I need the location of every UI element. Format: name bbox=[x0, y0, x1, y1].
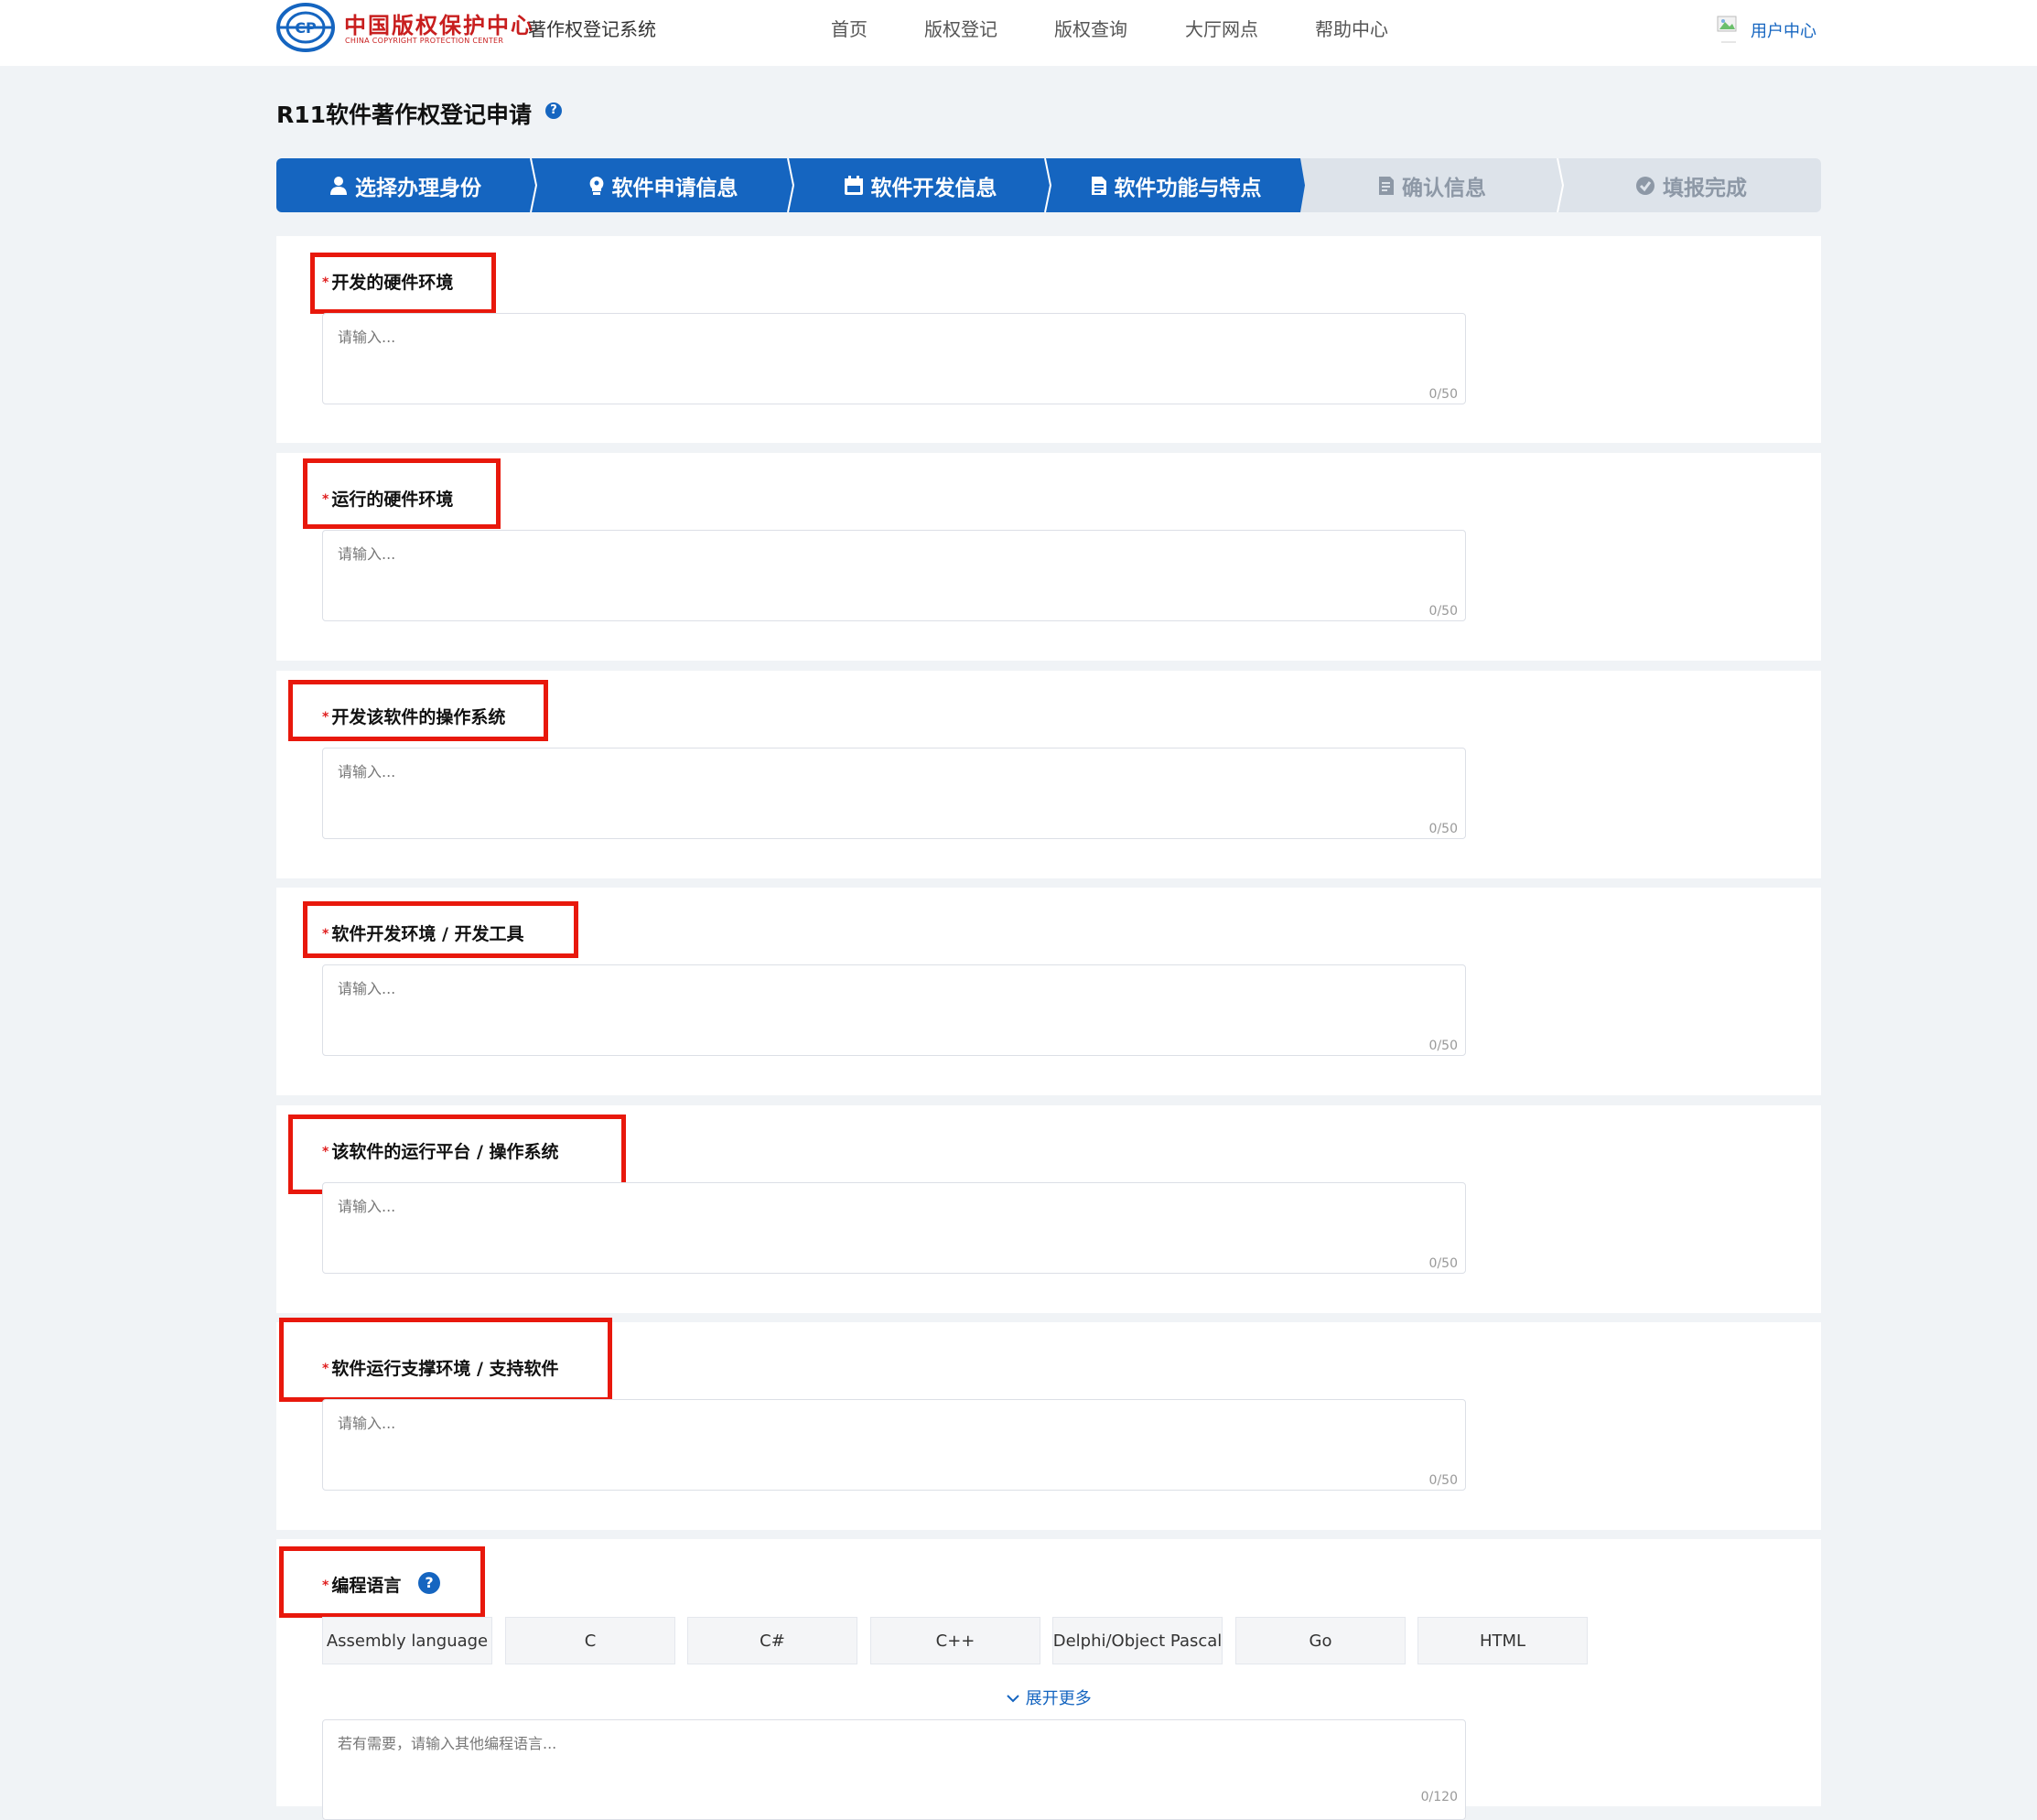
language-option-csharp[interactable]: C# bbox=[687, 1617, 857, 1664]
check-circle-icon bbox=[1636, 176, 1654, 195]
other-language-textarea[interactable] bbox=[323, 1720, 1465, 1819]
char-counter: 0/50 bbox=[1428, 1473, 1458, 1488]
highlight-box bbox=[288, 680, 548, 741]
system-name: 著作权登记系统 bbox=[528, 18, 656, 40]
cpc-logo-icon[interactable]: CP bbox=[276, 2, 335, 53]
highlight-box bbox=[303, 458, 501, 529]
chevron-down-icon bbox=[1007, 1695, 1019, 1703]
svg-text:CP: CP bbox=[295, 19, 317, 37]
run-platform-input[interactable]: 0/50 bbox=[322, 1182, 1466, 1274]
highlight-box bbox=[303, 901, 578, 958]
progress-steps: 选择办理身份 软件申请信息 软件开发信息 软件功能与特点 确认信息 填报完成 bbox=[276, 158, 1821, 212]
char-counter: 0/50 bbox=[1428, 387, 1458, 402]
char-counter: 0/50 bbox=[1428, 604, 1458, 619]
run-platform-textarea[interactable] bbox=[323, 1183, 1465, 1273]
dev-tools-textarea[interactable] bbox=[323, 965, 1465, 1055]
nav-home[interactable]: 首页 bbox=[831, 15, 868, 41]
dev-hardware-textarea[interactable] bbox=[323, 314, 1465, 404]
confirm-icon bbox=[1379, 176, 1394, 195]
dev-hardware-input[interactable]: 0/50 bbox=[322, 313, 1466, 404]
help-icon[interactable]: ? bbox=[545, 102, 562, 119]
step-label: 填报完成 bbox=[1663, 176, 1747, 200]
step-label: 软件申请信息 bbox=[611, 176, 738, 200]
char-counter: 0/50 bbox=[1428, 1256, 1458, 1271]
step-label: 软件开发信息 bbox=[870, 176, 997, 200]
highlight-box bbox=[279, 1318, 612, 1402]
run-hardware-textarea[interactable] bbox=[323, 531, 1465, 620]
user-center-link[interactable]: 用户中心 bbox=[1751, 18, 1816, 42]
highlight-box bbox=[310, 253, 496, 314]
document-icon bbox=[1091, 176, 1106, 195]
dev-os-textarea[interactable] bbox=[323, 748, 1465, 838]
other-language-input[interactable]: 0/120 bbox=[322, 1719, 1466, 1820]
highlight-box bbox=[279, 1546, 485, 1618]
nav-help-center[interactable]: 帮助中心 bbox=[1315, 15, 1388, 41]
language-option-assembly[interactable]: Assembly language bbox=[322, 1617, 492, 1664]
bulb-icon bbox=[589, 176, 603, 195]
step-software-application-info[interactable]: 软件申请信息 bbox=[534, 158, 792, 212]
step-label: 软件功能与特点 bbox=[1114, 176, 1262, 200]
top-navigation-bar: CP 中国版权保护中心 CHINA COPYRIGHT PROTECTION C… bbox=[0, 0, 2037, 66]
language-option-go[interactable]: Go bbox=[1235, 1617, 1406, 1664]
step-software-development-info[interactable]: 软件开发信息 bbox=[792, 158, 1049, 212]
char-counter: 0/50 bbox=[1428, 1039, 1458, 1053]
nav-copyright-registration[interactable]: 版权登记 bbox=[924, 15, 997, 41]
step-completed[interactable]: 填报完成 bbox=[1561, 158, 1821, 212]
nav-service-halls[interactable]: 大厅网点 bbox=[1185, 15, 1258, 41]
language-option-c[interactable]: C bbox=[505, 1617, 675, 1664]
expand-more-link[interactable]: 展开更多 bbox=[1006, 1685, 1092, 1709]
char-counter: 0/50 bbox=[1428, 822, 1458, 836]
step-label: 确认信息 bbox=[1402, 176, 1486, 200]
step-software-features[interactable]: 软件功能与特点 bbox=[1049, 158, 1303, 212]
calendar-icon bbox=[844, 175, 863, 195]
support-software-textarea[interactable] bbox=[323, 1400, 1465, 1490]
step-label: 选择办理身份 bbox=[355, 176, 481, 200]
dev-os-input[interactable]: 0/50 bbox=[322, 748, 1466, 839]
user-avatar-icon[interactable] bbox=[1716, 13, 1741, 46]
logo-english-name: CHINA COPYRIGHT PROTECTION CENTER bbox=[345, 37, 504, 45]
user-icon bbox=[330, 176, 347, 195]
page-title: R11软件著作权登记申请 bbox=[276, 102, 533, 128]
nav-copyright-query[interactable]: 版权查询 bbox=[1054, 15, 1127, 41]
support-software-input[interactable]: 0/50 bbox=[322, 1399, 1466, 1491]
language-option-delphi[interactable]: Delphi/Object Pascal bbox=[1052, 1617, 1223, 1664]
step-select-identity[interactable]: 选择办理身份 bbox=[276, 158, 534, 212]
expand-more-label: 展开更多 bbox=[1025, 1689, 1092, 1708]
char-counter: 0/120 bbox=[1420, 1790, 1458, 1804]
language-option-html[interactable]: HTML bbox=[1417, 1617, 1588, 1664]
dev-tools-input[interactable]: 0/50 bbox=[322, 964, 1466, 1056]
language-option-cpp[interactable]: C++ bbox=[870, 1617, 1040, 1664]
step-confirm-info[interactable]: 确认信息 bbox=[1303, 158, 1561, 212]
run-hardware-input[interactable]: 0/50 bbox=[322, 530, 1466, 621]
logo-chinese-name: 中国版权保护中心 bbox=[344, 12, 534, 38]
